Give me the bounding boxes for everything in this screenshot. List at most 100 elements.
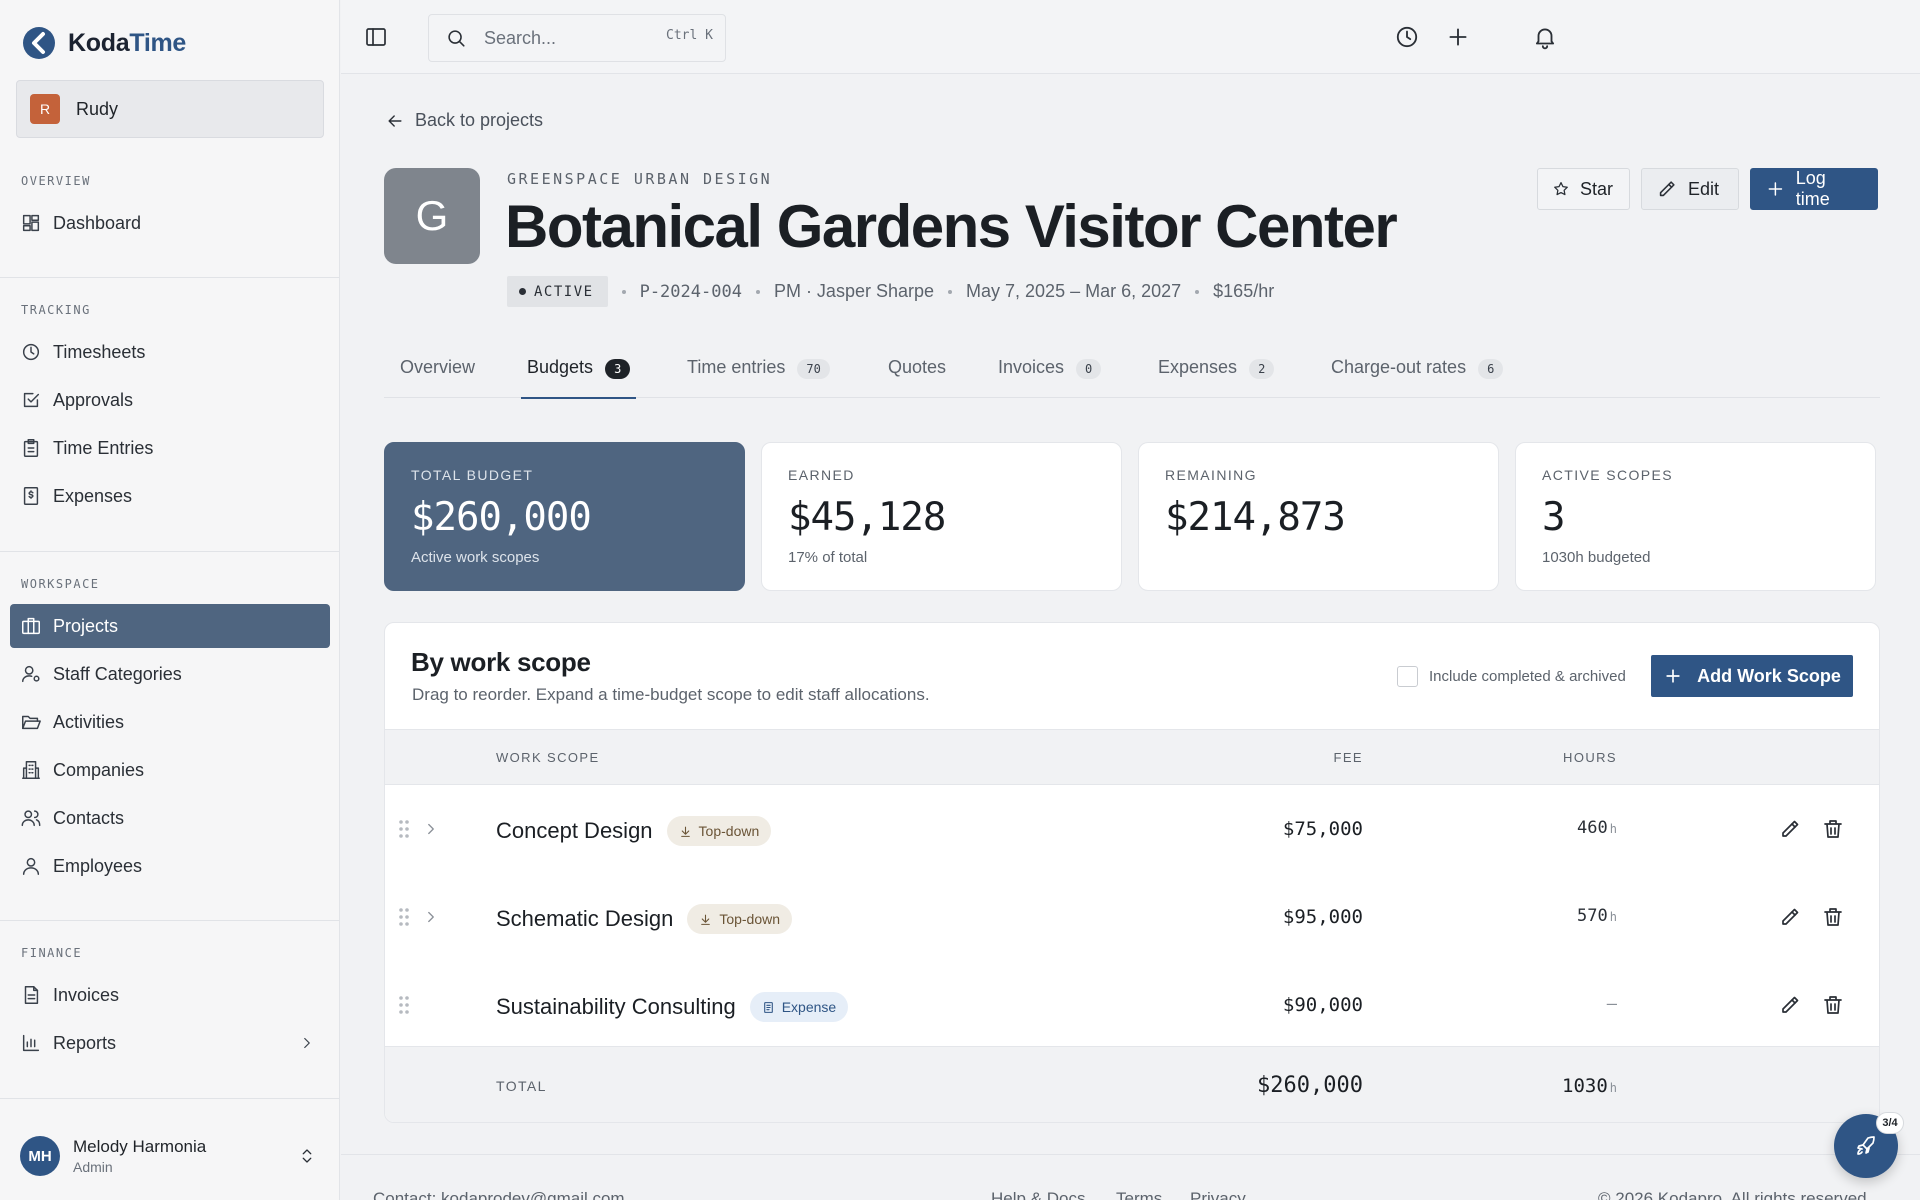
workspace-switcher[interactable]: R Rudy [16,80,324,138]
include-archived-label: Include completed & archived [1429,668,1626,685]
sidebar-item-label: Timesheets [53,341,146,362]
tab-count-badge: 3 [605,359,631,379]
scope-hours: – [1606,994,1617,1014]
stat-card-remaining: REMAINING $214,873 [1138,442,1499,591]
total-hours: 1030 h [1562,1075,1617,1097]
column-header-fee: FEE [1333,750,1363,765]
project-avatar: G [384,168,480,264]
status-badge: ACTIVE [507,276,608,307]
table-row[interactable]: Schematic Design Top-down $95,000 570 h [385,873,1879,961]
drag-handle-icon[interactable] [397,994,411,1016]
workspace-avatar: R [30,94,60,124]
workspace-name: Rudy [76,98,119,119]
project-tabs: Overview Budgets 3 Time entries 70 Quotes … [384,346,1880,399]
kodatime-logo-icon [23,27,55,59]
edit-pencil-icon[interactable] [1778,993,1802,1017]
tab-budgets[interactable]: Budgets 3 [520,346,637,399]
sidebar-item-dashboard[interactable]: Dashboard [10,201,330,245]
sidebar-item-time-entries[interactable]: Time Entries [10,426,330,470]
tab-expenses[interactable]: Expenses 2 [1158,346,1275,398]
sidebar-item-staff-categories[interactable]: Staff Categories [10,652,330,696]
stat-subtext: Active work scopes [411,549,540,566]
add-work-scope-button[interactable]: Add Work Scope [1651,655,1853,697]
star-button[interactable]: Star [1537,168,1630,210]
footer-terms-link[interactable]: Terms [1116,1189,1162,1200]
sidebar-toggle-icon[interactable] [364,25,388,49]
sidebar-item-employees[interactable]: Employees [10,844,330,888]
edit-button[interactable]: Edit [1641,168,1739,210]
sidebar-divider [0,551,339,552]
users-icon [21,810,41,827]
back-to-projects-link[interactable]: Back to projects [385,110,543,131]
column-header-hours: HOURS [1563,750,1617,765]
sidebar-divider [0,1098,339,1099]
scope-fee: $90,000 [1282,994,1363,1016]
history-clock-icon[interactable] [1394,24,1420,50]
drag-handle-icon[interactable] [397,906,411,928]
sidebar-item-reports[interactable]: Reports [10,1021,330,1065]
scope-fee: $95,000 [1282,906,1363,928]
rocket-icon [1857,1136,1875,1155]
scope-hours: 570 h [1577,906,1617,926]
user-menu[interactable]: MH Melody Harmonia Admin [20,1134,320,1178]
folder-open-icon [22,715,41,730]
app-logo[interactable]: KodaTime [22,26,186,60]
tab-charge-out-rates[interactable]: Charge-out rates 6 [1331,346,1504,398]
section-title: By work scope [411,647,591,677]
tab-count-badge: 6 [1478,359,1504,379]
tab-overview[interactable]: Overview [400,346,475,398]
stat-value: $45,128 [788,495,946,540]
sidebar-item-activities[interactable]: Activities [10,700,330,744]
stat-subtext: 1030h budgeted [1542,549,1651,566]
separator-dot [1195,289,1200,294]
project-rate: $165/hr [1213,281,1275,301]
tab-invoices[interactable]: Invoices 0 [998,346,1102,398]
chevron-right-icon[interactable] [422,820,440,838]
onboarding-progress-badge: 3/4 [1876,1112,1904,1134]
edit-pencil-icon[interactable] [1778,905,1802,929]
edit-pencil-icon[interactable] [1778,817,1802,841]
total-label: TOTAL [496,1078,547,1094]
trash-icon[interactable] [1821,817,1845,841]
tab-time-entries[interactable]: Time entries 70 [687,346,830,398]
sidebar-item-timesheets[interactable]: Timesheets [10,330,330,374]
pencil-icon [1659,181,1675,197]
stat-card-earned: EARNED $45,128 17% of total [761,442,1122,591]
sidebar-item-projects[interactable]: Projects [10,604,330,648]
column-header-work-scope: WORK SCOPE [496,750,600,765]
sidebar-item-contacts[interactable]: Contacts [10,796,330,840]
footer-contact[interactable]: Contact: kodaprodev@gmail.com [373,1189,625,1200]
footer-privacy-link[interactable]: Privacy [1190,1189,1246,1200]
sidebar-item-expenses[interactable]: Expenses [10,474,330,518]
stat-value: $214,873 [1165,495,1346,540]
tab-quotes[interactable]: Quotes [888,346,946,398]
scope-hours: 460 h [1577,818,1617,838]
drag-handle-icon[interactable] [397,818,411,840]
table-row[interactable]: Concept Design Top-down $75,000 460 h [385,785,1879,873]
search-input[interactable]: Search... Ctrl K [428,14,726,62]
sidebar-item-invoices[interactable]: Invoices [10,973,330,1017]
sidebar: KodaTime R Rudy OVERVIEW Dashboard TRACK… [0,0,340,1200]
stat-card-active-scopes: ACTIVE SCOPES 3 1030h budgeted [1515,442,1876,591]
stat-value: $260,000 [411,495,592,540]
page-footer: Contact: kodaprodev@gmail.com Help & Doc… [341,1154,1920,1200]
sidebar-item-label: Projects [53,615,119,636]
include-archived-checkbox[interactable] [1397,666,1418,687]
project-code: P-2024-004 [639,281,742,302]
table-row[interactable]: Sustainability Consulting Expense $90,00… [385,961,1879,1049]
sidebar-divider [0,277,339,278]
sidebar-item-companies[interactable]: Companies [10,748,330,792]
file-text-icon [24,986,39,1004]
user-info: Melody Harmonia Admin [73,1137,206,1175]
sidebar-item-approvals[interactable]: Approvals [10,378,330,422]
stat-card-total-budget: TOTAL BUDGET $260,000 Active work scopes [384,442,745,591]
log-time-button[interactable]: Log time [1750,168,1878,210]
footer-help-link[interactable]: Help & Docs [991,1189,1085,1200]
include-archived-toggle[interactable]: Include completed & archived [1397,666,1626,687]
trash-icon[interactable] [1821,905,1845,929]
chevron-right-icon[interactable] [422,908,440,926]
chevron-right-icon [304,1037,310,1049]
plus-icon[interactable] [1445,24,1471,50]
trash-icon[interactable] [1821,993,1845,1017]
bell-icon[interactable] [1532,24,1558,50]
